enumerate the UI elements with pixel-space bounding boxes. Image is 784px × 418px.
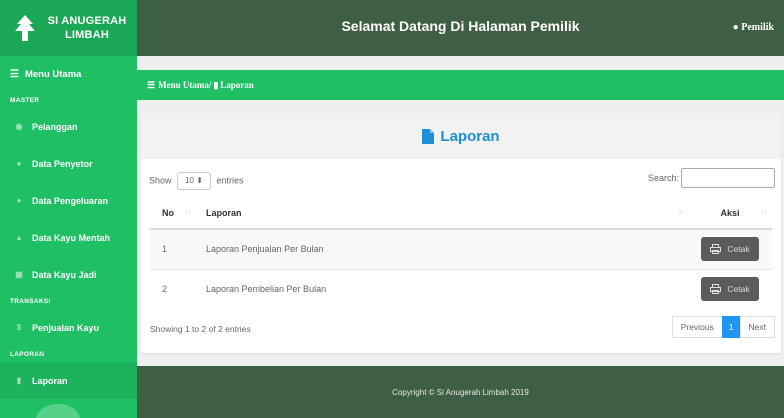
file-icon: ▮: [16, 376, 22, 385]
sort-icon: ↑↓: [185, 209, 191, 216]
sidebar-item-data-kayu-jadi[interactable]: ▦ Data Kayu Jadi: [0, 256, 137, 293]
sidebar-item-label: Laporan: [32, 375, 68, 386]
sidebar-item-penjualan-kayu[interactable]: $ Penjualan Kayu: [0, 309, 137, 346]
user-icon: ●: [16, 196, 22, 205]
search-label: Search:: [647, 173, 679, 183]
page-button-1[interactable]: 1: [721, 316, 741, 338]
top-header: Selamat Datang Di Halaman Pemilik ● Pemi…: [137, 0, 784, 56]
tree-icon: ▲: [15, 233, 23, 242]
column-header-aksi[interactable]: Aksi ↑↓: [688, 198, 772, 230]
sidebar-item-laporan[interactable]: ▮ Laporan: [0, 362, 137, 399]
report-table: No ↑↓ Laporan ↑↓ Aksi ↑↓ 1 Laporan Penjuala…: [150, 198, 772, 309]
sidebar-item-label: Data Penyetor: [32, 158, 93, 169]
sidebar-item-label: Data Kayu Mentah: [32, 232, 111, 243]
card-header: Laporan: [141, 113, 781, 159]
footer: Copyright © Si Anugerah Limbah 2019: [137, 366, 784, 418]
page-size-value: 10: [185, 176, 195, 185]
user-name: Pemilik: [741, 22, 774, 33]
brand[interactable]: SI ANUGERAH LIMBAH: [0, 0, 137, 56]
user-menu[interactable]: ● Pemilik: [733, 22, 774, 33]
cell-laporan: Laporan Pembelian Per Bulan: [196, 268, 688, 309]
next-button[interactable]: Next: [739, 316, 775, 338]
sidebar-item-data-penyetor[interactable]: ● Data Penyetor: [0, 145, 137, 182]
cell-no: 2: [150, 268, 196, 309]
table-info: Showing 1 to 2 of 2 entries: [150, 324, 251, 334]
sidebar-item-label: Penjualan Kayu: [32, 322, 100, 333]
user-icon: ●: [732, 22, 739, 33]
users-icon: ◉: [15, 122, 23, 131]
sidebar-item-label: Data Kayu Jadi: [32, 269, 97, 280]
report-card: Laporan Show 10 ⬍ entries Search: No ↑↓ L…: [141, 113, 781, 353]
sidebar-item-label: Data Pengeluaran: [32, 195, 109, 206]
print-button-label: Cetak: [727, 244, 750, 255]
sidebar: SI ANUGERAH LIMBAH ☰ Menu Utama MASTER ◉…: [0, 0, 137, 418]
entries-label: entries: [216, 175, 244, 186]
column-header-label: No: [162, 208, 174, 218]
print-button[interactable]: Cetak: [701, 277, 759, 302]
file-icon: [422, 128, 435, 144]
sidebar-item-label: Pelanggan: [32, 121, 78, 132]
menu-utama-label: Menu Utama: [24, 68, 82, 80]
previous-button[interactable]: Previous: [671, 316, 723, 338]
sidebar-item-pelanggan[interactable]: ◉ Pelanggan: [0, 108, 137, 145]
table-row: 1 Laporan Penjualan Per Bulan Cetak: [150, 228, 772, 269]
sidebar-item-data-pengeluaran[interactable]: ● Data Pengeluaran: [0, 182, 137, 219]
page-size-control: Show 10 ⬍ entries: [149, 172, 244, 190]
avatar: [36, 404, 80, 418]
print-icon: [710, 244, 722, 255]
print-button-label: Cetak: [727, 284, 750, 295]
show-label: Show: [149, 175, 172, 186]
table-row: 2 Laporan Pembelian Per Bulan Cetak: [150, 268, 772, 309]
card-title: Laporan: [440, 127, 500, 145]
tree-icon: [15, 15, 35, 41]
sidebar-item-data-kayu-mentah[interactable]: ▲ Data Kayu Mentah: [0, 219, 137, 256]
table-controls: Show 10 ⬍ entries Search:: [149, 168, 775, 190]
print-icon: [710, 284, 722, 295]
brand-name: SI ANUGERAH LIMBAH: [47, 15, 127, 41]
print-button[interactable]: Cetak: [701, 237, 759, 262]
cell-laporan: Laporan Penjualan Per Bulan: [196, 228, 688, 269]
user-icon: ●: [16, 159, 22, 168]
section-laporan: LAPORAN: [10, 350, 45, 358]
column-header-label: Laporan: [206, 208, 242, 218]
cell-aksi: Cetak: [688, 228, 772, 269]
page-size-select[interactable]: 10 ⬍: [177, 172, 212, 190]
sort-icon: ↑↓: [677, 209, 683, 216]
column-header-no[interactable]: No ↑↓: [150, 198, 196, 230]
box-icon: ▦: [15, 270, 23, 279]
sort-icon: ↑↓: [761, 209, 767, 216]
cell-aksi: Cetak: [688, 268, 772, 309]
breadcrumb: ☰ Menu Utama / ▮ Laporan: [137, 70, 784, 100]
section-transaksi: TRANSAKSI: [10, 297, 51, 305]
copyright-text: Copyright © Si Anugerah Limbah 2019: [392, 387, 529, 397]
cell-no: 1: [150, 228, 196, 269]
column-header-laporan[interactable]: Laporan ↑↓: [196, 198, 688, 230]
breadcrumb-root[interactable]: Menu Utama: [158, 80, 209, 90]
table-header-row: No ↑↓ Laporan ↑↓ Aksi ↑↓: [150, 198, 772, 230]
search-input[interactable]: [681, 168, 775, 188]
pagination: Previous 1 Next: [671, 316, 775, 338]
dollar-icon: $: [16, 323, 22, 332]
list-icon: ☰: [10, 68, 19, 80]
page-title: Selamat Datang Di Halaman Pemilik: [341, 18, 580, 34]
file-icon: ▮: [213, 79, 219, 90]
breadcrumb-current: Laporan: [220, 80, 254, 90]
section-master: MASTER: [10, 96, 40, 104]
sidebar-item-menu-utama[interactable]: ☰ Menu Utama: [0, 56, 137, 92]
breadcrumb-separator: /: [208, 80, 212, 90]
list-icon: ☰: [147, 79, 156, 90]
column-header-label: Aksi: [720, 208, 740, 218]
